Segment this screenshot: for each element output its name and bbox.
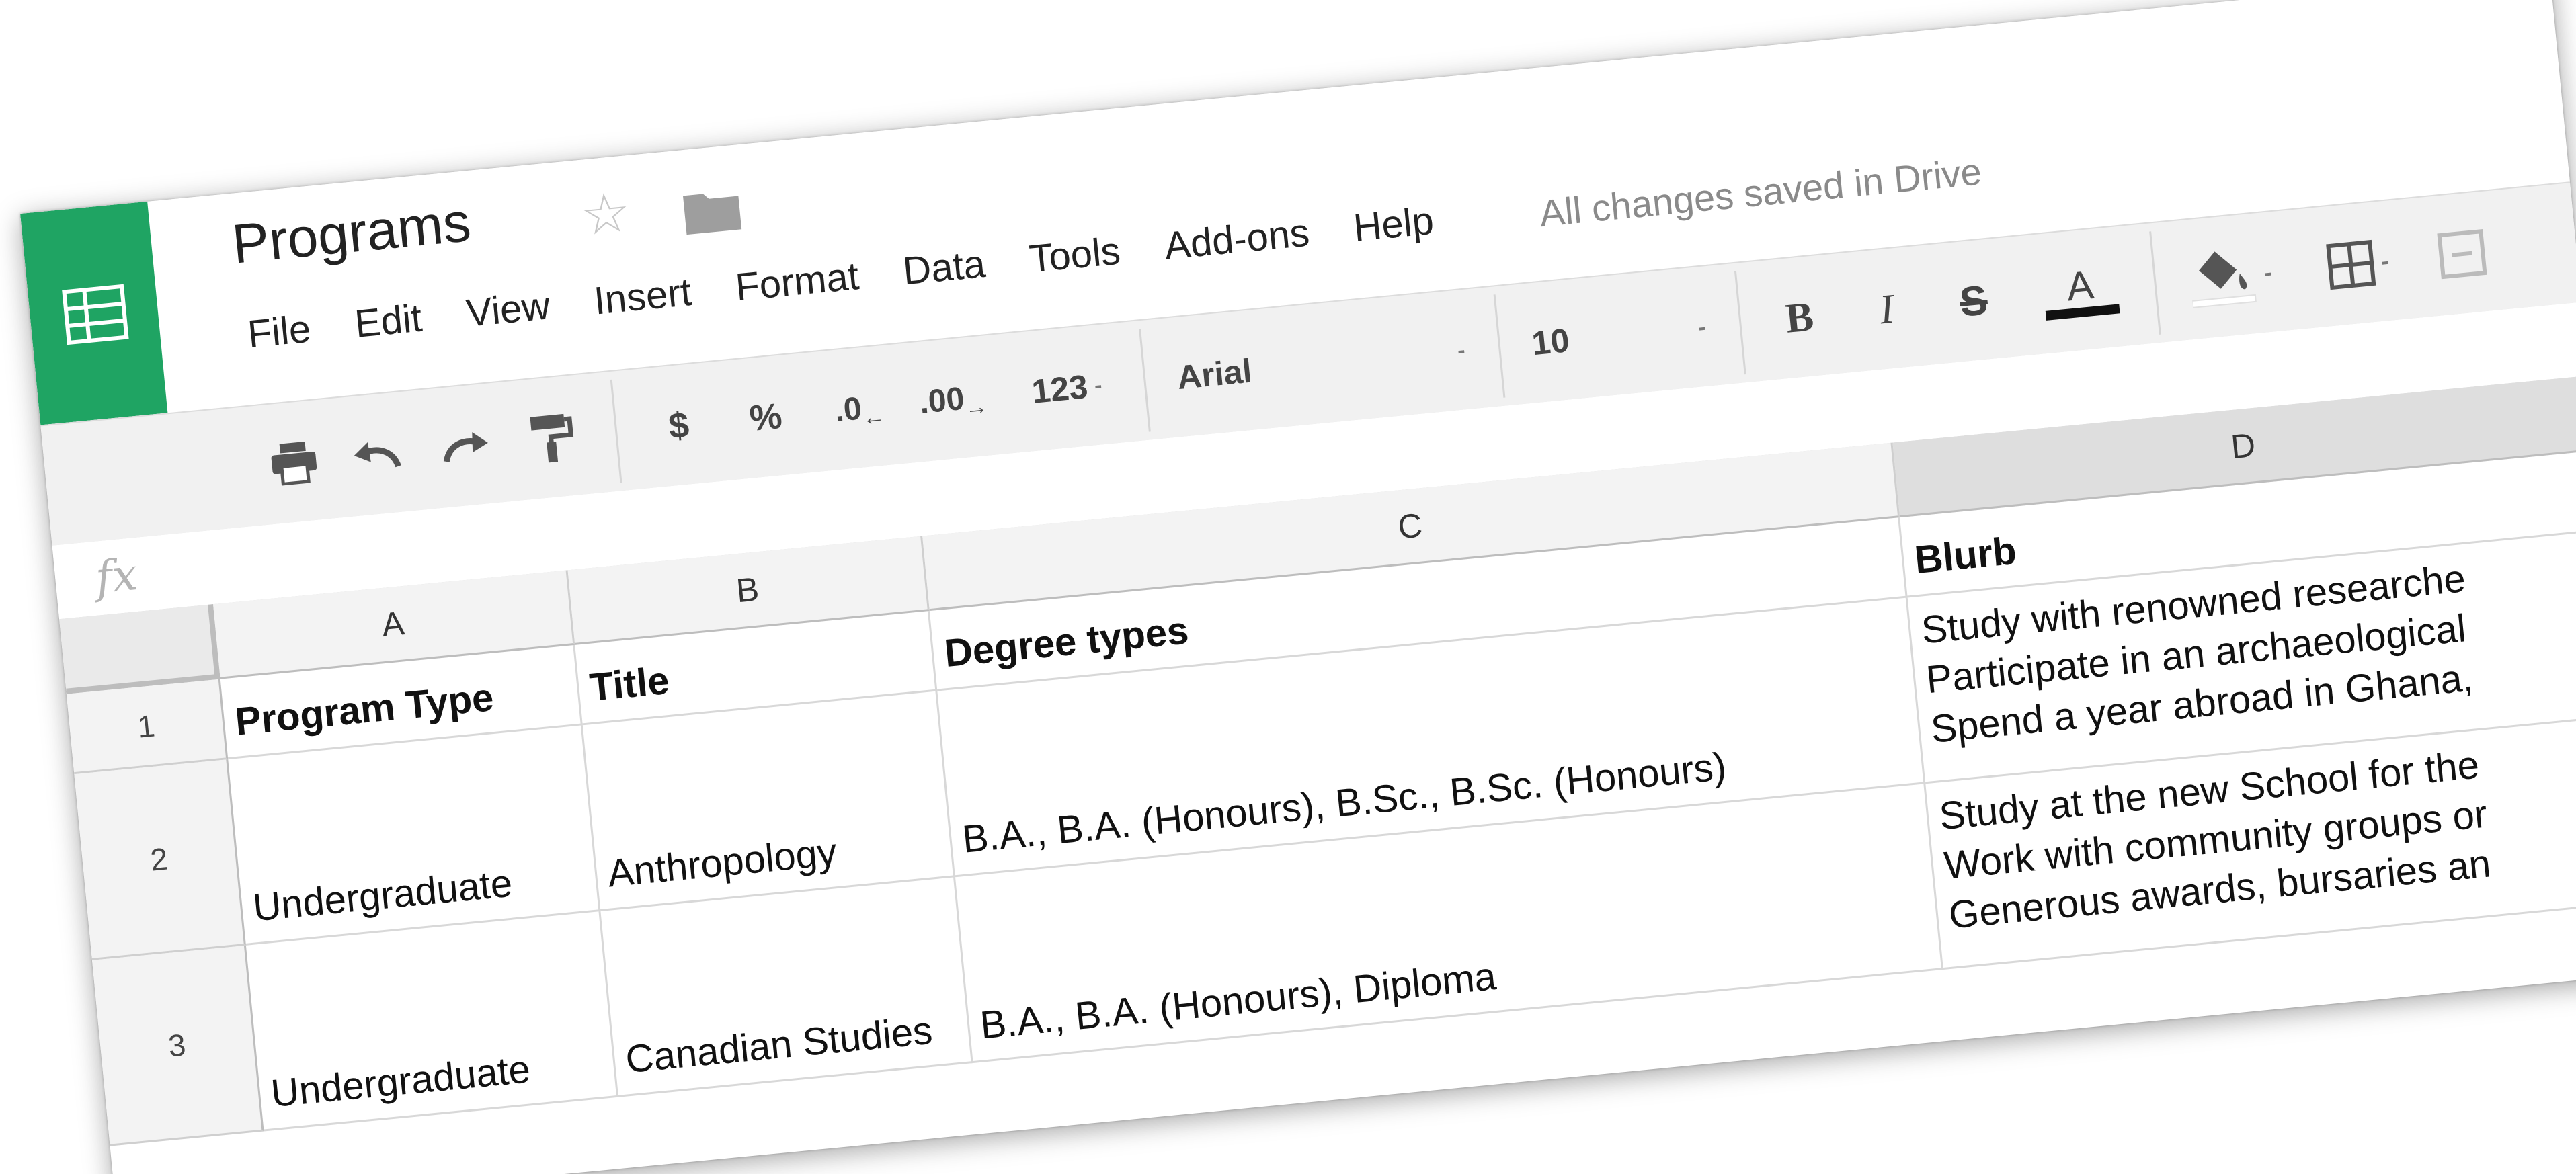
- print-button[interactable]: [257, 426, 331, 499]
- menu-view[interactable]: View: [464, 283, 552, 336]
- toolbar-separator: [2149, 231, 2161, 335]
- increase-decimal-label: .00: [918, 380, 966, 421]
- merge-cells-button[interactable]: [2425, 218, 2499, 291]
- dropdown-caret-icon: -: [1093, 372, 1103, 399]
- redo-icon: [443, 432, 488, 462]
- redo-button[interactable]: [428, 410, 501, 483]
- sheets-grid-icon: [62, 284, 129, 345]
- cell-b2[interactable]: Anthropology: [582, 691, 956, 912]
- font-size-value: 10: [1530, 321, 1571, 363]
- dropdown-caret-icon: -: [1697, 314, 1707, 340]
- borders-icon: [2326, 239, 2376, 290]
- arrow-left-icon: ←: [861, 403, 887, 431]
- fx-icon: fx: [93, 548, 140, 604]
- paint-format-icon: [530, 413, 574, 463]
- printer-icon: [271, 441, 317, 487]
- folder-icon[interactable]: [680, 183, 745, 241]
- cell-a2[interactable]: Undergraduate: [228, 725, 601, 946]
- row-header-1[interactable]: 1: [66, 679, 229, 775]
- undo-icon: [354, 442, 401, 468]
- spreadsheet-window: Programs ☆ File Edit View Insert Format …: [20, 0, 2576, 1174]
- more-formats-dropdown[interactable]: 123 -: [1007, 349, 1127, 427]
- dropdown-caret-icon: -: [2263, 259, 2273, 286]
- screenshot-stage: Programs ☆ File Edit View Insert Format …: [0, 0, 2576, 1174]
- dropdown-caret-icon: -: [1456, 337, 1467, 364]
- paint-bucket-icon: [2191, 251, 2257, 308]
- decrease-decimal-label: .0: [833, 390, 864, 429]
- menu-file[interactable]: File: [246, 306, 313, 358]
- percent-format-button[interactable]: %: [733, 381, 799, 454]
- increase-decimal-button[interactable]: .00 →: [906, 362, 1000, 437]
- decrease-decimal-button[interactable]: .0 ←: [819, 372, 899, 446]
- menu-edit[interactable]: Edit: [353, 296, 424, 347]
- toolbar-separator: [1493, 294, 1506, 398]
- text-color-label: A: [2064, 262, 2096, 310]
- fill-color-button[interactable]: -: [2171, 237, 2292, 315]
- font-family-dropdown[interactable]: Arial -: [1161, 315, 1482, 413]
- merge-cells-icon: [2437, 229, 2487, 280]
- currency-format-button[interactable]: $: [645, 389, 712, 462]
- dropdown-caret-icon: -: [2380, 248, 2390, 275]
- paint-format-button[interactable]: [515, 401, 588, 474]
- more-formats-label: 123: [1030, 368, 1090, 411]
- borders-button[interactable]: -: [2305, 226, 2412, 302]
- menu-data[interactable]: Data: [901, 241, 987, 294]
- toolbar-separator: [610, 379, 622, 483]
- select-all-corner[interactable]: [59, 604, 220, 694]
- font-size-dropdown[interactable]: 10 -: [1515, 292, 1722, 378]
- row-header-3[interactable]: 3: [91, 945, 264, 1146]
- text-color-button[interactable]: A: [2024, 252, 2138, 329]
- toolbar-separator: [1139, 329, 1151, 432]
- row-header-2[interactable]: 2: [74, 759, 246, 960]
- menu-tools[interactable]: Tools: [1027, 228, 1122, 282]
- undo-button[interactable]: [341, 418, 414, 491]
- arrow-right-icon: →: [963, 392, 990, 421]
- cell-b3[interactable]: Canadian Studies: [600, 877, 973, 1097]
- italic-button[interactable]: I: [1850, 273, 1923, 346]
- menu-add-ons[interactable]: Add-ons: [1162, 210, 1311, 269]
- star-icon[interactable]: ☆: [578, 181, 633, 247]
- bold-button[interactable]: B: [1763, 281, 1836, 354]
- toolbar-separator: [1734, 271, 1746, 375]
- font-family-value: Arial: [1175, 351, 1254, 397]
- strikethrough-button[interactable]: S: [1937, 265, 2010, 338]
- menu-help[interactable]: Help: [1351, 198, 1435, 251]
- cell-a3[interactable]: Undergraduate: [245, 911, 619, 1132]
- sheets-logo[interactable]: [20, 201, 168, 425]
- menu-insert[interactable]: Insert: [592, 269, 694, 324]
- menu-format[interactable]: Format: [733, 253, 860, 310]
- document-title[interactable]: Programs: [229, 191, 474, 277]
- save-status[interactable]: All changes saved in Drive: [1537, 149, 1983, 235]
